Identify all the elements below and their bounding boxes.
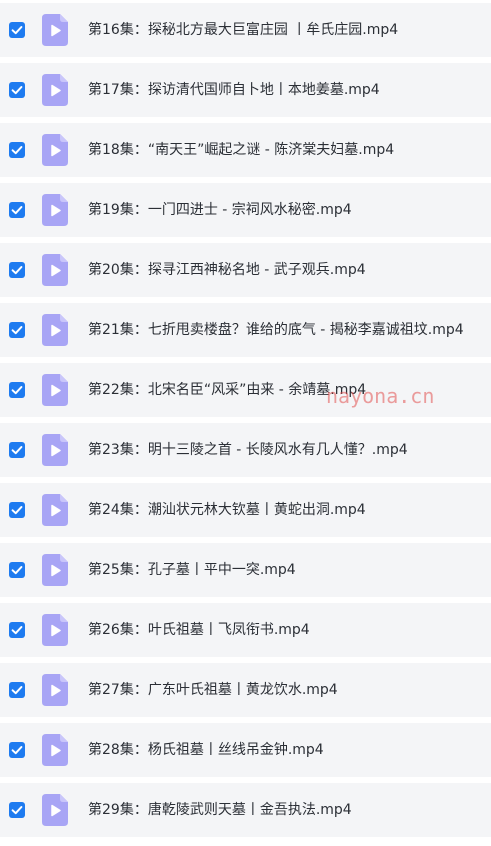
file-checkbox[interactable]	[9, 562, 25, 578]
file-name: 第18集：“南天王”崛起之谜 - 陈济棠夫妇墓.mp4	[88, 142, 395, 158]
checkmark-icon	[11, 686, 23, 695]
checkmark-icon	[11, 386, 23, 395]
file-row[interactable]: 第16集：探秘北方最大巨富庄园 丨牟氏庄园.mp4	[0, 3, 491, 57]
file-checkbox[interactable]	[9, 262, 25, 278]
checkmark-icon	[11, 146, 23, 155]
file-checkbox[interactable]	[9, 442, 25, 458]
checkmark-icon	[11, 806, 23, 815]
file-name: 第22集：北宋名臣“风采”由来 - 余靖墓.mp4	[88, 382, 367, 398]
video-file-icon	[42, 374, 68, 406]
file-name: 第27集：广东叶氏祖墓丨黄龙饮水.mp4	[88, 682, 338, 698]
file-row[interactable]: 第29集：唐乾陵武则天墓丨金吾执法.mp4	[0, 783, 491, 837]
file-row[interactable]: 第22集：北宋名臣“风采”由来 - 余靖墓.mp4	[0, 363, 491, 417]
file-row[interactable]: 第17集：探访清代国师自卜地丨本地姜墓.mp4	[0, 63, 491, 117]
checkmark-icon	[11, 446, 23, 455]
file-checkbox[interactable]	[9, 82, 25, 98]
file-row[interactable]: 第21集：七折甩卖楼盘？谁给的底气 - 揭秘李嘉诚祖坟.mp4	[0, 303, 491, 357]
file-row[interactable]: 第23集：明十三陵之首 - 长陵风水有几人懂？.mp4	[0, 423, 491, 477]
file-row[interactable]: 第27集：广东叶氏祖墓丨黄龙饮水.mp4	[0, 663, 491, 717]
file-name: 第24集：潮汕状元林大钦墓丨黄蛇出洞.mp4	[88, 502, 366, 518]
video-file-icon	[42, 134, 68, 166]
file-name: 第17集：探访清代国师自卜地丨本地姜墓.mp4	[88, 82, 380, 98]
video-file-icon	[42, 734, 68, 766]
file-name: 第26集：叶氏祖墓丨飞凤衔书.mp4	[88, 622, 310, 638]
file-name: 第21集：七折甩卖楼盘？谁给的底气 - 揭秘李嘉诚祖坟.mp4	[88, 322, 464, 338]
file-checkbox[interactable]	[9, 742, 25, 758]
checkmark-icon	[11, 206, 23, 215]
file-checkbox[interactable]	[9, 622, 25, 638]
checkmark-icon	[11, 566, 23, 575]
file-name: 第19集：一门四进士 - 宗祠风水秘密.mp4	[88, 202, 352, 218]
file-checkbox[interactable]	[9, 22, 25, 38]
file-name: 第16集：探秘北方最大巨富庄园 丨牟氏庄园.mp4	[88, 22, 399, 38]
video-file-icon	[42, 554, 68, 586]
file-row[interactable]: 第19集：一门四进士 - 宗祠风水秘密.mp4	[0, 183, 491, 237]
file-name: 第28集：杨氏祖墓丨丝线吊金钟.mp4	[88, 742, 324, 758]
file-checkbox[interactable]	[9, 322, 25, 338]
file-checkbox[interactable]	[9, 682, 25, 698]
checkmark-icon	[11, 506, 23, 515]
file-checkbox[interactable]	[9, 202, 25, 218]
file-name: 第29集：唐乾陵武则天墓丨金吾执法.mp4	[88, 802, 352, 818]
file-name: 第20集：探寻江西神秘名地 - 武子观兵.mp4	[88, 262, 366, 278]
file-row[interactable]: 第26集：叶氏祖墓丨飞凤衔书.mp4	[0, 603, 491, 657]
file-checkbox[interactable]	[9, 142, 25, 158]
file-row[interactable]: 第18集：“南天王”崛起之谜 - 陈济棠夫妇墓.mp4	[0, 123, 491, 177]
file-name: 第23集：明十三陵之首 - 长陵风水有几人懂？.mp4	[88, 442, 408, 458]
file-row[interactable]: 第28集：杨氏祖墓丨丝线吊金钟.mp4	[0, 723, 491, 777]
video-file-icon	[42, 254, 68, 286]
file-row[interactable]: 第25集：孔子墓丨平中一突.mp4	[0, 543, 491, 597]
checkmark-icon	[11, 266, 23, 275]
file-checkbox[interactable]	[9, 802, 25, 818]
checkmark-icon	[11, 326, 23, 335]
checkmark-icon	[11, 626, 23, 635]
video-file-icon	[42, 614, 68, 646]
checkmark-icon	[11, 26, 23, 35]
video-file-icon	[42, 74, 68, 106]
video-file-icon	[42, 14, 68, 46]
video-file-icon	[42, 314, 68, 346]
file-list: 第16集：探秘北方最大巨富庄园 丨牟氏庄园.mp4 第17集：探访清代国师自卜地丨…	[0, 0, 491, 846]
file-name: 第25集：孔子墓丨平中一突.mp4	[88, 562, 296, 578]
checkmark-icon	[11, 86, 23, 95]
file-checkbox[interactable]	[9, 382, 25, 398]
checkmark-icon	[11, 746, 23, 755]
video-file-icon	[42, 674, 68, 706]
video-file-icon	[42, 494, 68, 526]
file-checkbox[interactable]	[9, 502, 25, 518]
video-file-icon	[42, 434, 68, 466]
video-file-icon	[42, 794, 68, 826]
video-file-icon	[42, 194, 68, 226]
file-row[interactable]: 第20集：探寻江西神秘名地 - 武子观兵.mp4	[0, 243, 491, 297]
file-row[interactable]: 第24集：潮汕状元林大钦墓丨黄蛇出洞.mp4	[0, 483, 491, 537]
